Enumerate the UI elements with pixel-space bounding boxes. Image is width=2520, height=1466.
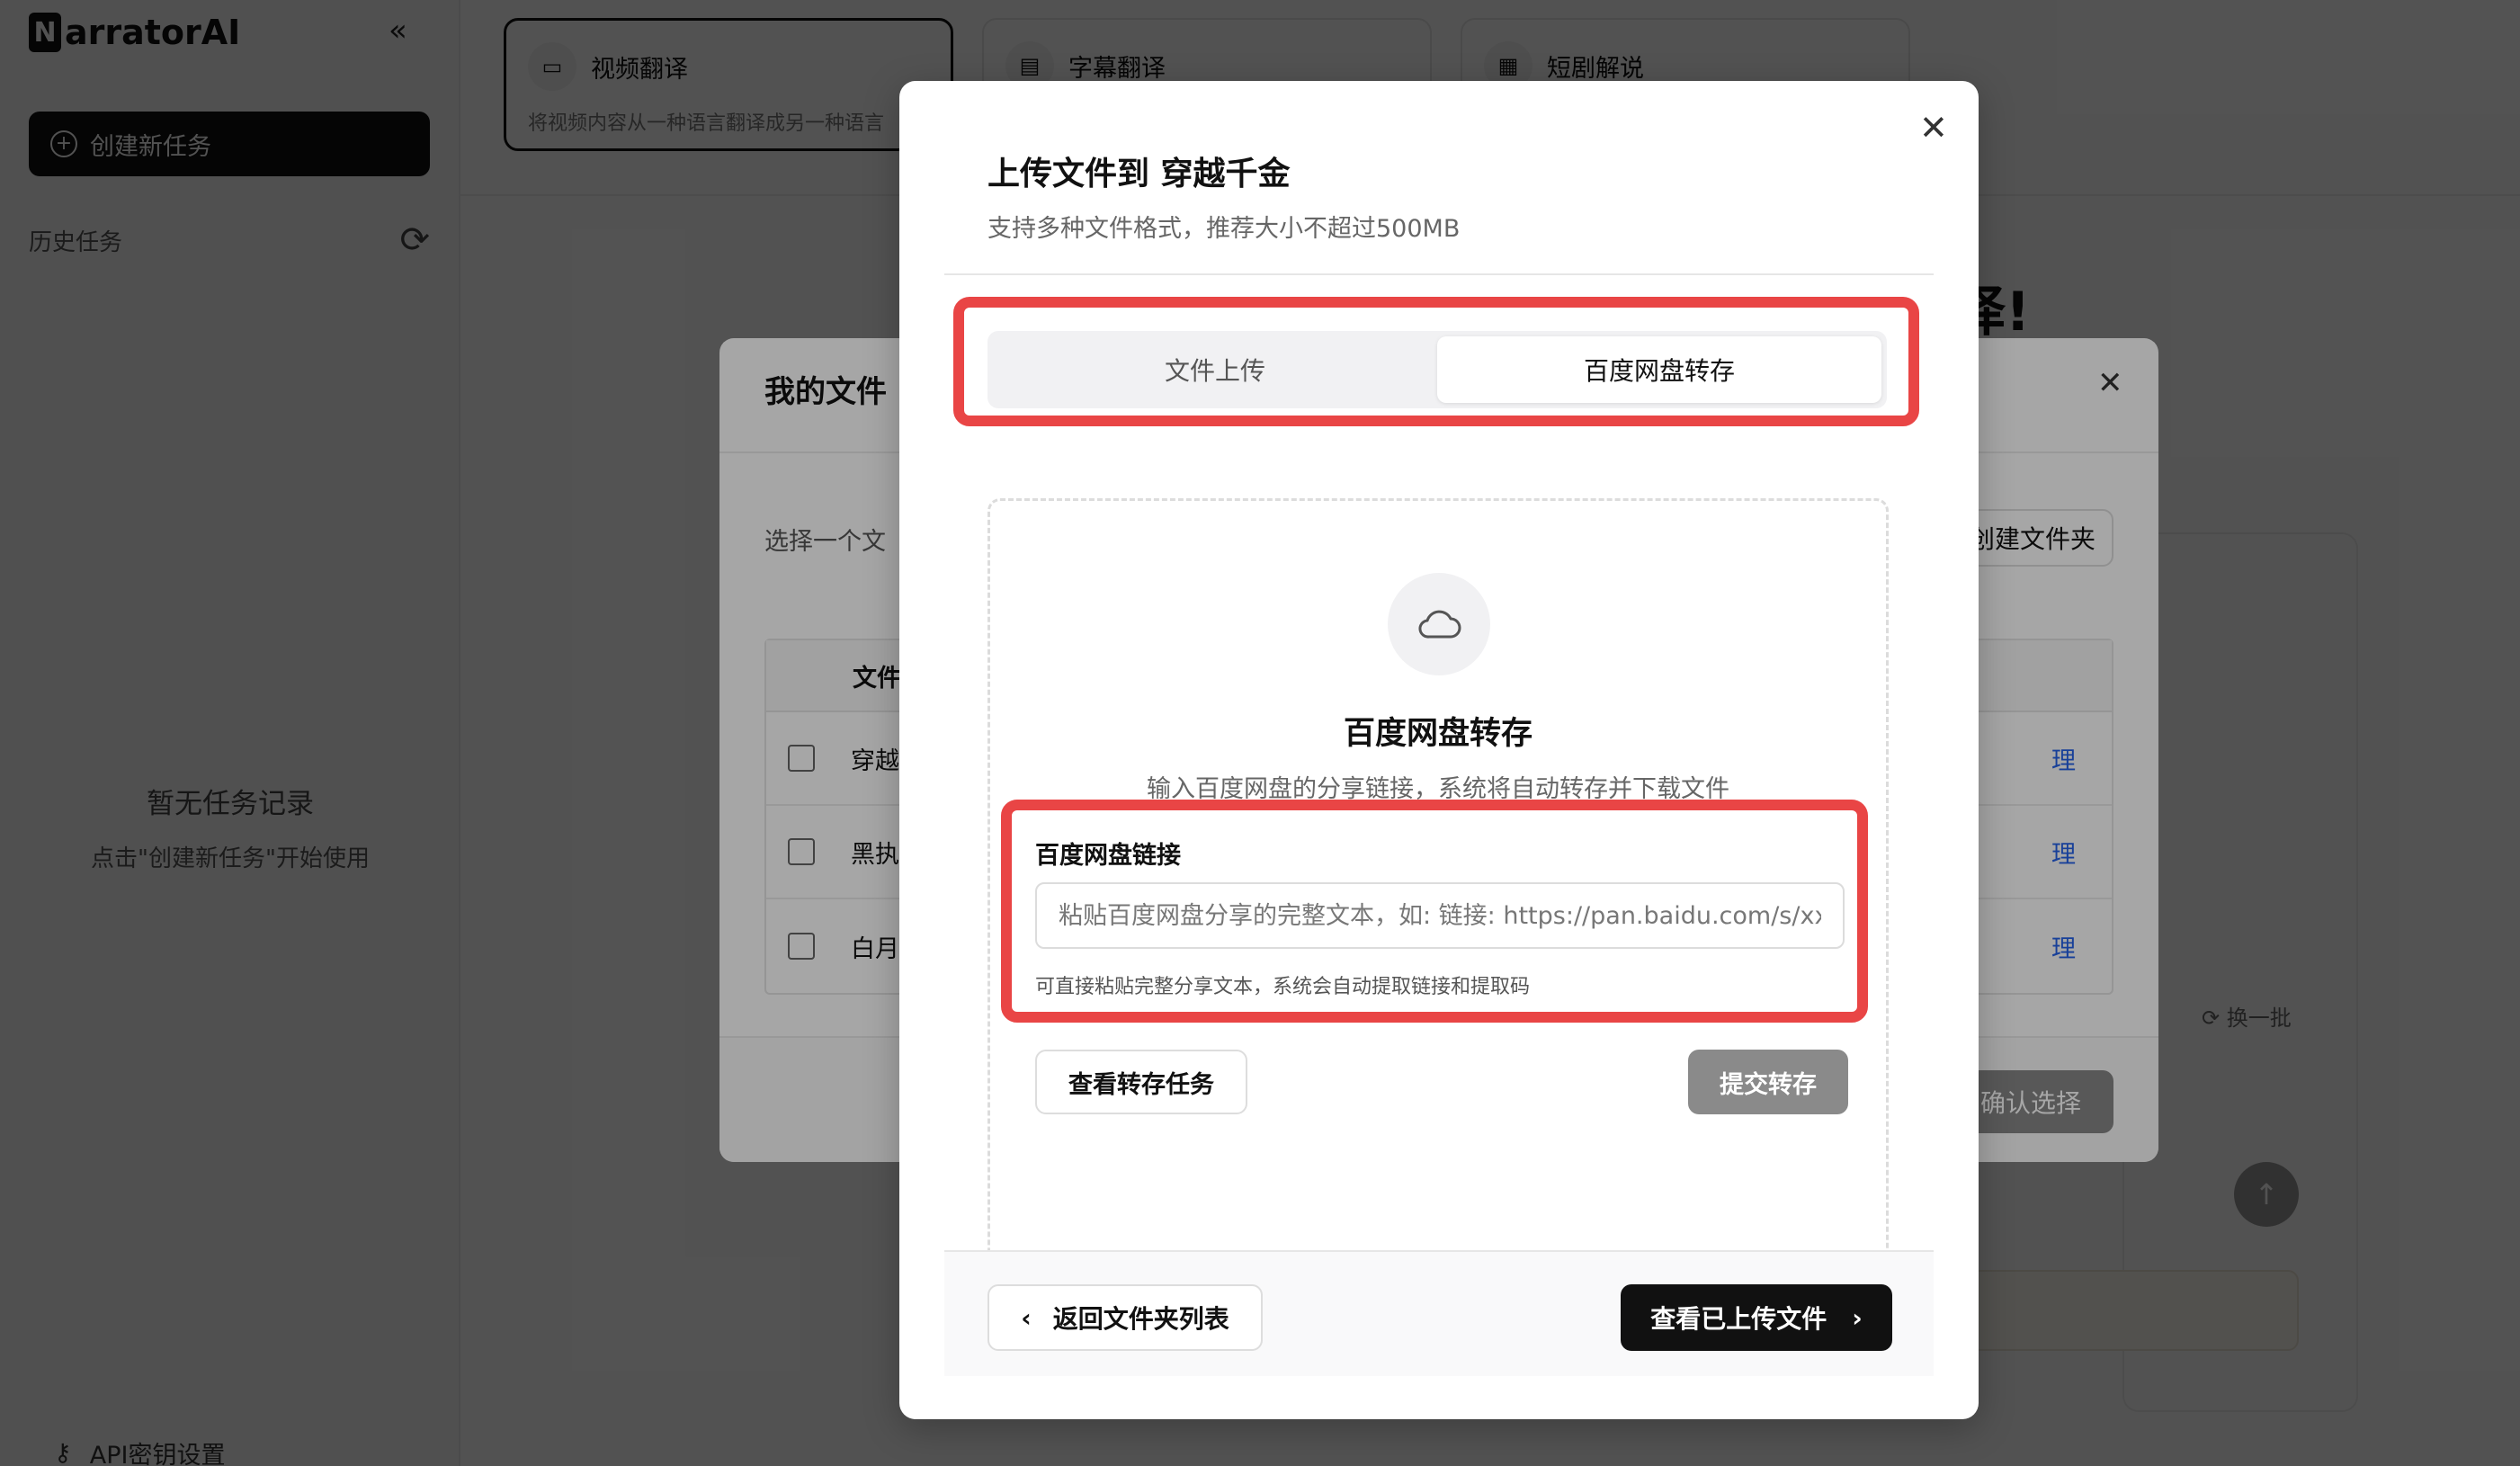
- close-icon[interactable]: ✕: [1919, 108, 1948, 147]
- chevron-left-icon: ‹: [1021, 1302, 1032, 1333]
- baidu-link-input[interactable]: [1035, 882, 1845, 949]
- modal-title: 上传文件到 穿越千金: [987, 156, 1291, 192]
- baidu-transfer-panel: 百度网盘转存 输入百度网盘的分享链接，系统将自动转存并下载文件 百度网盘链接 可…: [987, 498, 1889, 1274]
- divider: [944, 273, 1934, 275]
- cloud-icon: [1388, 573, 1490, 675]
- baidu-link-hint: 可直接粘贴完整分享文本，系统会自动提取链接和提取码: [1035, 976, 1531, 998]
- view-uploaded-label: 查看已上传文件: [1650, 1304, 1827, 1334]
- view-uploaded-files-button[interactable]: 查看已上传文件 ›: [1621, 1284, 1892, 1351]
- back-to-folders-button[interactable]: ‹ 返回文件夹列表: [987, 1284, 1263, 1351]
- chevron-right-icon: ›: [1852, 1302, 1863, 1333]
- submit-transfer-button[interactable]: 提交转存: [1688, 1050, 1848, 1114]
- upload-modal: ✕ 上传文件到 穿越千金 支持多种文件格式，推荐大小不超过500MB 文件上传 …: [899, 81, 1979, 1419]
- upload-tabs: 文件上传 百度网盘转存: [987, 331, 1887, 408]
- view-transfer-tasks-button[interactable]: 查看转存任务: [1035, 1050, 1247, 1114]
- modal-subtitle: 支持多种文件格式，推荐大小不超过500MB: [987, 215, 1461, 243]
- back-label: 返回文件夹列表: [1052, 1304, 1229, 1334]
- tab-baidu-transfer[interactable]: 百度网盘转存: [1437, 336, 1881, 403]
- baidu-link-label: 百度网盘链接: [1035, 842, 1181, 870]
- panel-title: 百度网盘转存: [1343, 716, 1533, 752]
- tab-file-upload[interactable]: 文件上传: [993, 336, 1437, 403]
- modal-footer: ‹ 返回文件夹列表 查看已上传文件 ›: [944, 1250, 1934, 1376]
